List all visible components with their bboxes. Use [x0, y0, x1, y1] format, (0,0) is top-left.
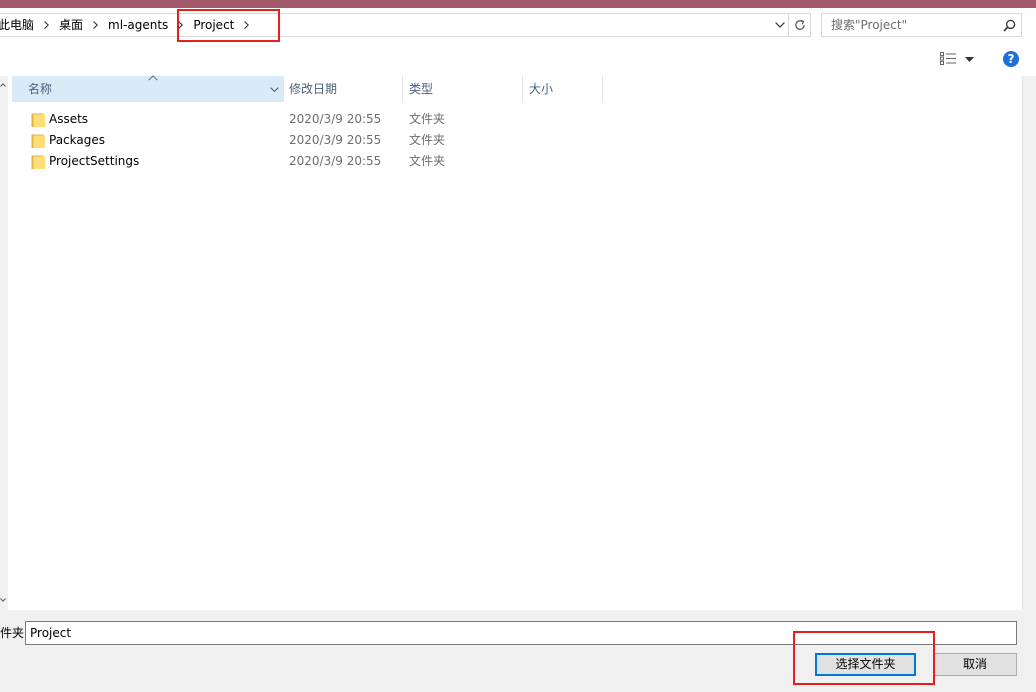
- command-bar: [0, 43, 1036, 76]
- column-header-type[interactable]: 类型: [409, 76, 433, 102]
- column-divider[interactable]: [283, 76, 284, 102]
- column-divider[interactable]: [602, 76, 603, 102]
- title-strip: [0, 0, 1036, 8]
- file-type: 文件夹: [409, 112, 446, 126]
- folder-field-label: 件夹:: [0, 626, 29, 640]
- chevron-right-icon: [44, 21, 50, 29]
- column-header-modified[interactable]: 修改日期: [289, 76, 337, 102]
- breadcrumb-item-ml-agents[interactable]: ml-agents: [108, 13, 168, 37]
- chevron-down-icon[interactable]: [270, 87, 279, 92]
- caret-down-icon[interactable]: [965, 57, 974, 62]
- folder-icon: [31, 134, 45, 148]
- folder-icon: [31, 113, 45, 127]
- view-details-icon[interactable]: [940, 52, 957, 65]
- column-divider[interactable]: [522, 76, 523, 102]
- address-history-dropdown[interactable]: [772, 14, 787, 36]
- folder-icon: [31, 155, 45, 169]
- file-modified: 2020/3/9 20:55: [289, 133, 382, 147]
- file-type: 文件夹: [409, 154, 446, 168]
- list-item[interactable]: Packages 2020/3/9 20:55 文件夹: [12, 130, 1022, 151]
- breadcrumb-item-this-pc[interactable]: 此电脑: [0, 13, 34, 37]
- breadcrumb-separator[interactable]: [83, 13, 108, 37]
- breadcrumb-item-desktop[interactable]: 桌面: [59, 13, 83, 37]
- file-name[interactable]: ProjectSettings: [49, 151, 139, 172]
- file-modified: 2020/3/9 20:55: [289, 154, 382, 168]
- refresh-icon: [794, 19, 805, 30]
- file-modified: 2020/3/9 20:55: [289, 112, 382, 126]
- column-header-size[interactable]: 大小: [529, 76, 553, 102]
- chevron-down-icon: [774, 22, 785, 28]
- breadcrumb-separator[interactable]: [34, 13, 59, 37]
- sort-ascending-icon: [148, 75, 158, 81]
- column-divider[interactable]: [402, 76, 403, 102]
- file-name[interactable]: Assets: [49, 109, 88, 130]
- list-item[interactable]: ProjectSettings 2020/3/9 20:55 文件夹: [12, 151, 1022, 172]
- annotation-box: [177, 9, 280, 42]
- scroll-down-icon[interactable]: [0, 598, 6, 602]
- chevron-right-icon: [93, 21, 99, 29]
- folder-picker-dialog: 此电脑 桌面 ml-agents Project 搜索"Project" ? 名…: [0, 0, 1036, 692]
- refresh-button[interactable]: [788, 13, 811, 37]
- navigation-pane-scrollbar[interactable]: [0, 76, 8, 610]
- window-frame-right: [1022, 76, 1036, 610]
- scroll-up-icon[interactable]: [0, 83, 6, 87]
- search-icon[interactable]: [1003, 19, 1016, 32]
- file-type: 文件夹: [409, 133, 446, 147]
- annotation-box: [793, 631, 935, 685]
- file-name[interactable]: Packages: [49, 130, 105, 151]
- help-icon[interactable]: [1003, 51, 1019, 67]
- search-input[interactable]: [822, 14, 1000, 36]
- cancel-button[interactable]: 取消: [933, 653, 1017, 676]
- search-box[interactable]: [821, 13, 1022, 37]
- list-item[interactable]: Assets 2020/3/9 20:55 文件夹: [12, 109, 1022, 130]
